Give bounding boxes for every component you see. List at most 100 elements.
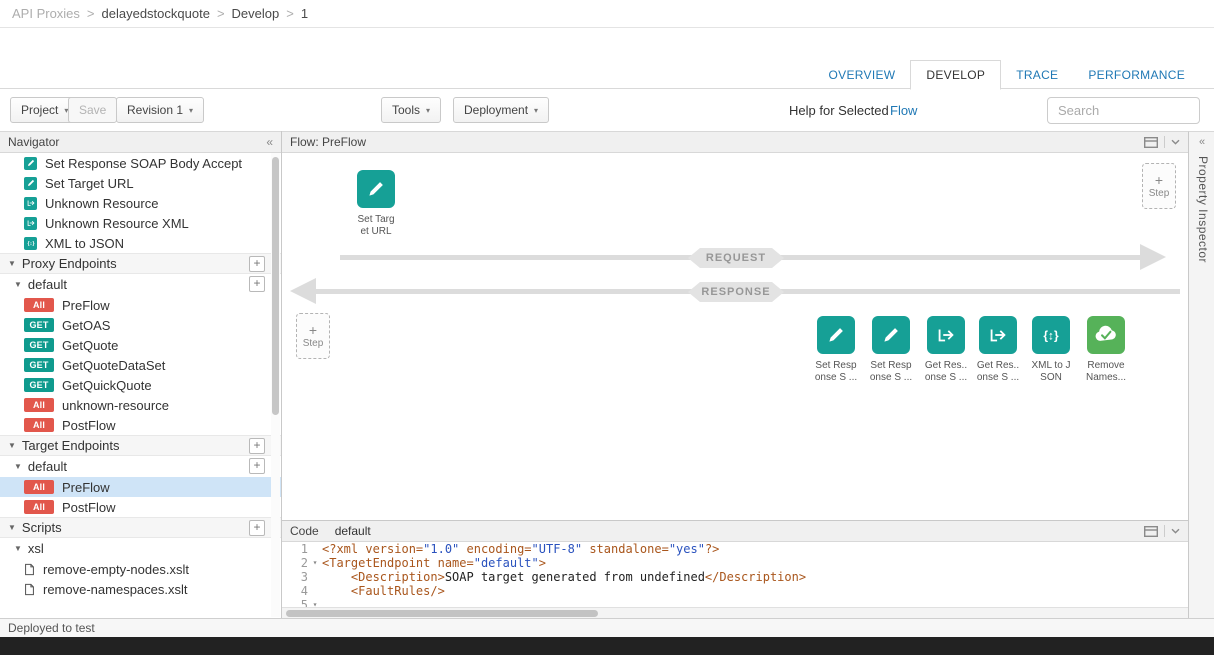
- add-button[interactable]: +: [249, 256, 265, 272]
- flow-policy-response-4[interactable]: Get Res..onse S ...: [971, 316, 1025, 384]
- step-button-label: Step: [1149, 188, 1170, 199]
- project-menu-label: Project: [21, 103, 58, 117]
- policy-label: Set Response SOAP Body Accept: [45, 156, 242, 171]
- code-text[interactable]: <TargetEndpoint name="default">: [322, 556, 546, 570]
- add-request-step-button[interactable]: + Step: [1142, 163, 1176, 209]
- code-tab-default[interactable]: default: [335, 524, 371, 538]
- nav-flow-preflow[interactable]: AllPreFlow: [0, 477, 281, 497]
- collapse-panel-icon[interactable]: [1171, 139, 1180, 145]
- policy-label-line: Set Resp: [809, 360, 863, 372]
- breadcrumb-item-delayedstockquote[interactable]: delayedstockquote: [102, 6, 210, 21]
- breadcrumb-item-api-proxies[interactable]: API Proxies: [12, 6, 80, 21]
- arrow-icon: [24, 197, 37, 210]
- save-button[interactable]: Save: [68, 97, 117, 123]
- flow-policy-request[interactable]: Set Target URL: [341, 170, 411, 238]
- expand-property-inspector-icon[interactable]: «: [1189, 136, 1214, 148]
- flow-policy-label: Get Res..onse S ...: [971, 360, 1025, 384]
- nav-group-xsl[interactable]: ▼xsl: [0, 538, 281, 559]
- flow-policy-response-5[interactable]: {↕}XML to JSON: [1024, 316, 1078, 384]
- tab-performance[interactable]: PERFORMANCE: [1073, 61, 1200, 89]
- code-text[interactable]: <FaultRules/>: [322, 584, 445, 598]
- nav-section-proxy-endpoints[interactable]: ▼Proxy Endpoints+: [0, 253, 281, 274]
- policy-label-line: Names...: [1079, 372, 1133, 384]
- nav-flow-unknown-resource[interactable]: Allunknown-resource: [0, 395, 281, 415]
- flow-label: GetQuoteDataSet: [62, 358, 165, 373]
- policy-label-line: XML to J: [1024, 360, 1078, 372]
- breadcrumb-item-develop[interactable]: Develop: [232, 6, 280, 21]
- tab-trace[interactable]: TRACE: [1001, 61, 1073, 89]
- add-button[interactable]: +: [249, 520, 265, 536]
- add-response-step-button[interactable]: + Step: [296, 313, 330, 359]
- nav-policy-set-response-soap-body-accept[interactable]: Set Response SOAP Body Accept: [0, 153, 281, 173]
- code-text[interactable]: <?xml version="1.0" encoding="UTF-8" sta…: [322, 542, 719, 556]
- nav-section-target-endpoints[interactable]: ▼Target Endpoints+: [0, 435, 281, 456]
- tab-overview[interactable]: OVERVIEW: [814, 61, 911, 89]
- fold-marker-icon[interactable]: ▾: [308, 598, 322, 607]
- nav-flow-getquotedataset[interactable]: GETGetQuoteDataSet: [0, 355, 281, 375]
- flow-policy-response-3[interactable]: Get Res..onse S ...: [919, 316, 973, 384]
- nav-policy-unknown-resource[interactable]: Unknown Resource: [0, 193, 281, 213]
- code-segment: "UTF-8": [532, 542, 583, 556]
- panel-layout-icon[interactable]: [1144, 526, 1158, 537]
- nav-flow-getquote[interactable]: GETGetQuote: [0, 335, 281, 355]
- section-label: Proxy Endpoints: [22, 256, 117, 271]
- method-badge: All: [24, 398, 54, 412]
- pencil-icon: [357, 170, 395, 208]
- nav-file-remove-empty-nodes-xslt[interactable]: remove-empty-nodes.xslt: [0, 559, 281, 579]
- add-button[interactable]: +: [249, 438, 265, 454]
- help-selected-flow-link[interactable]: Flow: [890, 103, 917, 118]
- nav-policy-unknown-resource-xml[interactable]: Unknown Resource XML: [0, 213, 281, 233]
- breadcrumb-item-1[interactable]: 1: [301, 6, 308, 21]
- tools-menu-button[interactable]: Tools ▾: [381, 97, 441, 123]
- navigator-scrollbar-thumb[interactable]: [272, 157, 279, 415]
- search-input[interactable]: [1047, 97, 1200, 124]
- deployment-menu-button[interactable]: Deployment ▾: [453, 97, 549, 123]
- request-ribbon: REQUEST: [688, 248, 784, 268]
- code-text[interactable]: <Description>SOAP target generated from …: [322, 570, 806, 584]
- code-line: 1<?xml version="1.0" encoding="UTF-8" st…: [282, 542, 1188, 556]
- policy-label: Set Target URL: [45, 176, 134, 191]
- nav-file-remove-namespaces-xslt[interactable]: remove-namespaces.xslt: [0, 579, 281, 599]
- policy-label-line: onse S ...: [971, 372, 1025, 384]
- code-panel-label: Code: [290, 524, 319, 538]
- revision-menu-button[interactable]: Revision 1 ▾: [116, 97, 204, 123]
- pencil-icon: [872, 316, 910, 354]
- chevron-down-icon: ▾: [534, 106, 538, 115]
- property-inspector-label: Property Inspector: [1196, 156, 1210, 263]
- nav-flow-postflow[interactable]: AllPostFlow: [0, 497, 281, 517]
- add-button[interactable]: +: [249, 276, 265, 292]
- flow-label: GetQuickQuote: [62, 378, 152, 393]
- code-scrollbar-thumb[interactable]: [286, 610, 598, 617]
- nav-flow-getquickquote[interactable]: GETGetQuickQuote: [0, 375, 281, 395]
- nav-section-scripts[interactable]: ▼Scripts+: [0, 517, 281, 538]
- nav-policy-set-target-url[interactable]: Set Target URL: [0, 173, 281, 193]
- code-segment: ?>: [705, 542, 719, 556]
- code-segment: "yes": [669, 542, 705, 556]
- collapse-panel-icon[interactable]: [1171, 528, 1180, 534]
- method-badge: All: [24, 298, 54, 312]
- tab-develop[interactable]: DEVELOP: [910, 60, 1001, 90]
- collapse-navigator-icon[interactable]: «: [266, 135, 273, 149]
- nav-group-default[interactable]: ▼default+: [0, 456, 281, 477]
- code-editor[interactable]: 1<?xml version="1.0" encoding="UTF-8" st…: [282, 542, 1188, 607]
- flow-label: PostFlow: [62, 418, 115, 433]
- nav-flow-postflow[interactable]: AllPostFlow: [0, 415, 281, 435]
- flow-policy-response-2[interactable]: Set Response S ...: [864, 316, 918, 384]
- nav-flow-getoas[interactable]: GETGetOAS: [0, 315, 281, 335]
- property-inspector-strip: « Property Inspector: [1188, 131, 1214, 618]
- nav-flow-preflow[interactable]: AllPreFlow: [0, 295, 281, 315]
- add-button[interactable]: +: [249, 458, 265, 474]
- code-segment: encoding=: [459, 542, 531, 556]
- triangle-down-icon: ▼: [8, 523, 16, 532]
- code-line: 2▾<TargetEndpoint name="default">: [282, 556, 1188, 570]
- fold-marker-icon[interactable]: ▾: [308, 556, 322, 570]
- flow-label: GetOAS: [62, 318, 110, 333]
- flow-policy-response-6[interactable]: RemoveNames...: [1079, 316, 1133, 384]
- deployment-status-text: Deployed to test: [8, 621, 95, 635]
- breadcrumb-separator: >: [217, 6, 225, 21]
- panel-layout-icon[interactable]: [1144, 137, 1158, 148]
- nav-policy-xml-to-json[interactable]: {↕}XML to JSON: [0, 233, 281, 253]
- flow-policy-response-1[interactable]: Set Response S ...: [809, 316, 863, 384]
- breadcrumb-separator: >: [87, 6, 95, 21]
- nav-group-default[interactable]: ▼default+: [0, 274, 281, 295]
